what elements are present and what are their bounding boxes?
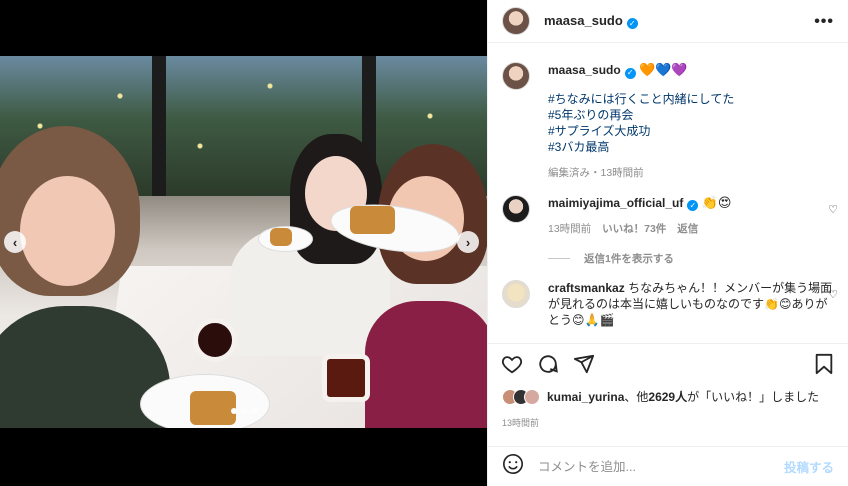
carousel-next-button[interactable]: › [457, 231, 479, 253]
media-area: ‹ › [0, 0, 487, 486]
action-bar [488, 343, 848, 383]
verified-icon: ✓ [687, 200, 699, 211]
caption-meta: 編集済み・13時間前 [548, 166, 644, 179]
carousel-dot [250, 408, 257, 414]
avatar[interactable] [502, 280, 530, 308]
caption-hearts: 🧡💙💜 [639, 62, 688, 77]
post-comment-button[interactable]: 投稿する [784, 457, 834, 476]
comment-username[interactable]: maimiyajima_official_uf [548, 196, 683, 210]
hashtag-link[interactable]: #サプライズ大成功 [548, 123, 834, 139]
post-username[interactable]: maasa_sudo ✓ [544, 13, 638, 29]
comment-icon[interactable] [536, 352, 560, 376]
heart-icon[interactable] [500, 352, 524, 376]
hashtag-link[interactable]: #5年ぶりの再会 [548, 107, 834, 123]
post-timestamp: 13時間前 [502, 418, 540, 428]
more-icon[interactable]: ••• [814, 13, 834, 31]
caption-text: maasa_sudo ✓ 🧡💙💜 #ちなみには行くこと内緒にしてた #5年ぶりの再… [548, 62, 834, 181]
comment-meta: 13時間前 いいね！73件 返信 [548, 221, 834, 237]
avatar[interactable] [502, 194, 530, 223]
carousel-dot [240, 408, 247, 414]
hashtag-link[interactable]: #ちなみには行くこと内緒にしてた [548, 91, 834, 107]
verified-icon: ✓ [626, 18, 638, 29]
photo-cake [350, 206, 395, 234]
liker-username[interactable]: kumai_yurina [547, 390, 624, 404]
share-icon[interactable] [572, 352, 596, 376]
comment-composer: 投稿する [488, 446, 848, 486]
comment-likes[interactable]: いいね！73件 [602, 223, 666, 235]
comments-list[interactable]: maasa_sudo ✓ 🧡💙💜 #ちなみには行くこと内緒にしてた #5年ぶりの再… [488, 48, 848, 336]
bookmark-icon[interactable] [812, 352, 836, 376]
caption-username[interactable]: maasa_sudo [548, 63, 621, 77]
carousel-dot [230, 408, 237, 414]
comment-body: maimiyajima_official_uf ✓ 👏😍 13時間前 いいね！73… [548, 195, 834, 238]
liked-by-end: が「いいね！」しました [687, 390, 820, 404]
photo-cake [270, 228, 292, 246]
post-header: maasa_sudo ✓ ••• [488, 0, 848, 43]
hashtag-link[interactable]: #3バカ最高 [548, 139, 834, 155]
view-replies-button[interactable]: 返信1件を表示する [548, 251, 848, 266]
photo-person [20, 176, 115, 286]
comment-like-heart-icon[interactable]: ♡ [828, 288, 838, 301]
username-text[interactable]: maasa_sudo [544, 13, 623, 28]
caption: maasa_sudo ✓ 🧡💙💜 #ちなみには行くこと内緒にしてた #5年ぶりの再… [488, 48, 848, 181]
instagram-post-view: ‹ › maasa_sudo ✓ ••• maasa_sudo ✓ 🧡💙💜 #ち… [0, 0, 848, 486]
comment-like-heart-icon[interactable]: ♡ [828, 203, 838, 216]
likes-count[interactable]: 2629人 [648, 390, 687, 404]
comment-text: 👏😍 [701, 194, 732, 210]
photo-pillar [152, 56, 166, 196]
comment-item: maimiyajima_official_uf ✓ 👏😍 13時間前 いいね！73… [488, 194, 848, 238]
comment-input[interactable] [538, 459, 784, 474]
liked-by: kumai_yurina、他2629人が「いいね！」しました [502, 388, 819, 405]
carousel-prev-button[interactable]: ‹ [4, 231, 26, 253]
photo-cup [193, 318, 237, 362]
comment-body: craftsmankaz ちなみちゃん！！メンバーが集う場面が見れるのは本当に嬉… [548, 280, 834, 328]
avatar[interactable] [502, 7, 530, 35]
emoji-icon[interactable] [502, 453, 524, 480]
liker-avatar [524, 388, 540, 405]
comment-username[interactable]: craftsmankaz [548, 281, 625, 295]
comment-item: craftsmankaz ちなみちゃん！！メンバーが集う場面が見れるのは本当に嬉… [488, 280, 848, 328]
post-side-panel: maasa_sudo ✓ ••• maasa_sudo ✓ 🧡💙💜 #ちなみには行く… [487, 0, 848, 486]
liked-by-text: kumai_yurina、他2629人が「いいね！」しました [547, 388, 819, 405]
post-photo[interactable] [0, 56, 487, 428]
avatar[interactable] [502, 62, 530, 90]
liked-by-mid: 、他 [624, 390, 649, 404]
reply-button[interactable]: 返信 [677, 223, 698, 235]
carousel-dots [0, 408, 487, 414]
comment-time: 13時間前 [548, 223, 592, 235]
verified-icon: ✓ [624, 67, 636, 79]
photo-cup [322, 354, 370, 402]
